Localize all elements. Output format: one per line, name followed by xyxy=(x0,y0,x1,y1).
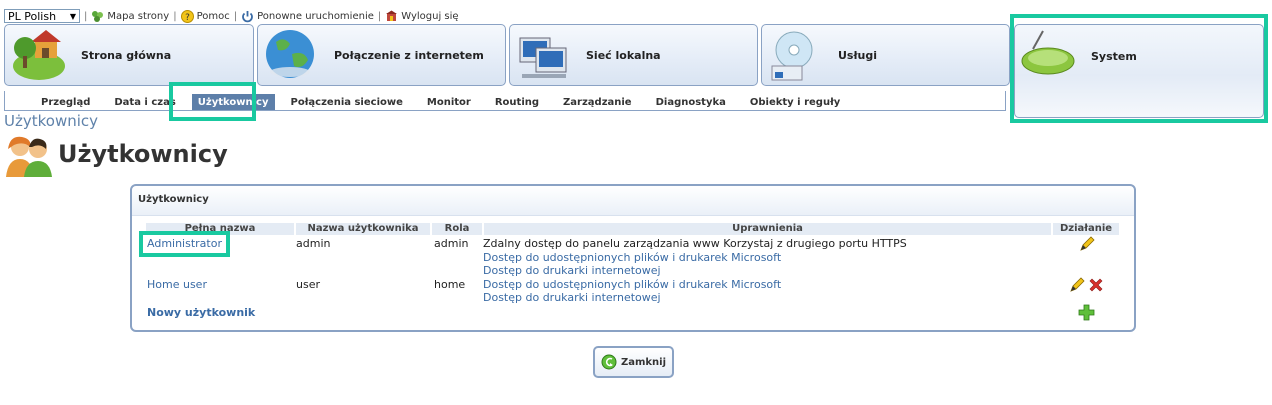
column-role: Rola xyxy=(432,223,482,235)
subtab-management[interactable]: Zarządzanie xyxy=(551,97,644,110)
page-title: Użytkownicy xyxy=(58,140,228,168)
subtab-monitor[interactable]: Monitor xyxy=(415,97,483,110)
users-icon xyxy=(6,136,52,177)
network-icon xyxy=(519,37,567,78)
power-icon xyxy=(242,10,253,22)
divider: | xyxy=(84,10,88,22)
svg-text:?: ? xyxy=(185,13,190,23)
subtab-overview[interactable]: Przegląd xyxy=(29,97,102,110)
logout-link[interactable]: Wyloguj się xyxy=(385,10,459,23)
permission-link[interactable]: Dostęp do drukarki internetowej xyxy=(483,291,661,304)
sitemap-link-label: Mapa strony xyxy=(107,10,170,22)
delete-icon[interactable] xyxy=(1088,277,1104,293)
restart-link[interactable]: Ponowne uruchomienie xyxy=(241,10,374,23)
user-role: admin xyxy=(434,237,469,250)
edit-pencil-icon[interactable] xyxy=(1079,236,1095,252)
logout-link-label: Wyloguj się xyxy=(401,10,459,22)
help-icon: ? xyxy=(180,9,194,23)
top-bar: PL Polish ▼ | Mapa strony | ? Pomoc | Po… xyxy=(4,8,459,24)
tab-local-network[interactable]: Sieć lokalna xyxy=(509,24,758,86)
tab-internet[interactable]: Połączenie z internetem xyxy=(257,24,506,86)
tab-home[interactable]: Strona główna xyxy=(4,24,254,86)
subtab-date-time[interactable]: Data i czas xyxy=(102,97,187,110)
sub-navigation: Przegląd Data i czas Użytkownicy Połącze… xyxy=(4,91,1006,111)
tab-system-label: System xyxy=(1091,49,1137,63)
users-panel: Użytkownicy Pełna nazwa Nazwa użytkownik… xyxy=(130,184,1136,332)
subtab-routing[interactable]: Routing xyxy=(483,97,551,110)
user-role: home xyxy=(434,278,466,291)
user-username: user xyxy=(296,278,320,291)
divider: | xyxy=(233,10,238,22)
subtab-users[interactable]: Użytkownicy xyxy=(191,94,275,110)
divider: | xyxy=(377,10,382,22)
help-link[interactable]: ? Pomoc xyxy=(180,9,230,23)
tab-home-label: Strona główna xyxy=(81,48,172,62)
home-icon xyxy=(13,30,65,80)
permission-link[interactable]: Dostęp do udostępnionych plików i drukar… xyxy=(483,251,781,264)
panel-title: Użytkownicy xyxy=(132,186,1134,216)
subtab-diagnostics[interactable]: Diagnostyka xyxy=(644,97,738,110)
permission-link[interactable]: Dostęp do udostępnionych plików i drukar… xyxy=(483,278,781,291)
tab-internet-label: Połączenie z internetem xyxy=(334,48,484,62)
column-permissions: Uprawnienia xyxy=(484,223,1051,235)
permission-text: Zdalny dostęp do panelu zarządzania www … xyxy=(483,237,907,250)
user-fullname-link[interactable]: Administrator xyxy=(147,237,222,250)
subtab-objects-rules[interactable]: Obiekty i reguły xyxy=(738,97,852,110)
services-icon xyxy=(771,31,813,81)
sitemap-icon xyxy=(92,10,104,22)
sitemap-link[interactable]: Mapa strony xyxy=(91,10,169,23)
help-link-label: Pomoc xyxy=(196,10,230,22)
globe-icon xyxy=(266,30,314,78)
column-actions: Działanie xyxy=(1053,223,1119,235)
divider: | xyxy=(173,10,177,22)
new-user-link[interactable]: Nowy użytkownik xyxy=(147,306,255,319)
language-select[interactable]: PL Polish ▼ xyxy=(4,9,80,23)
tab-services[interactable]: Usługi xyxy=(761,24,1010,86)
language-select-value: PL Polish xyxy=(8,9,57,23)
router-icon xyxy=(1021,30,1075,75)
restart-link-label: Ponowne uruchomienie xyxy=(257,10,374,22)
tab-services-label: Usługi xyxy=(838,48,878,62)
user-username: admin xyxy=(296,237,331,250)
logout-icon xyxy=(386,10,398,21)
edit-pencil-icon[interactable] xyxy=(1069,277,1085,293)
permission-link[interactable]: Dostęp do drukarki internetowej xyxy=(483,264,661,277)
column-full-name: Pełna nazwa xyxy=(146,223,294,235)
tab-system[interactable]: System xyxy=(1014,24,1264,118)
close-icon xyxy=(601,354,617,370)
close-button[interactable]: Zamknij xyxy=(593,346,674,378)
column-username: Nazwa użytkownika xyxy=(296,223,430,235)
tab-local-network-label: Sieć lokalna xyxy=(586,48,661,62)
user-fullname-link[interactable]: Home user xyxy=(147,278,207,291)
breadcrumb: Użytkownicy xyxy=(4,112,99,130)
close-button-label: Zamknij xyxy=(620,356,667,368)
subtab-network-connections[interactable]: Połączenia sieciowe xyxy=(279,97,415,110)
chevron-down-icon: ▼ xyxy=(69,11,76,21)
add-icon[interactable] xyxy=(1078,304,1095,321)
